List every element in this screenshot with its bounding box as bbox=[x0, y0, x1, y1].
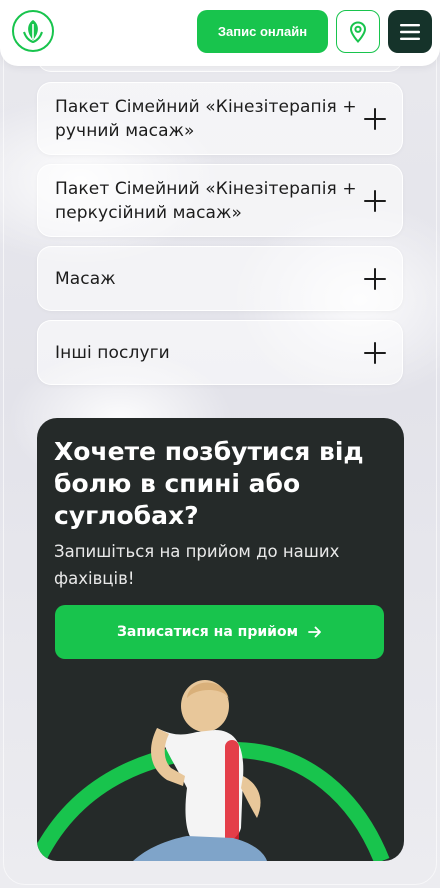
hamburger-menu-icon bbox=[400, 23, 420, 40]
plus-icon bbox=[364, 107, 386, 130]
accordion-item-family-manual-massage[interactable]: Пакет Сімейний «Кінезітерапія + ручний м… bbox=[37, 82, 403, 155]
cta-title: Хочете позбутися від болю в спині або су… bbox=[54, 437, 364, 530]
accordion-label: Пакет Сімейний «Кінезітерапія + ручний м… bbox=[55, 96, 357, 141]
accordion-item-family-percussion-massage[interactable]: Пакет Сімейний «Кінезітерапія + перкусій… bbox=[37, 164, 403, 237]
accordion-label: Масаж bbox=[55, 268, 116, 289]
plus-icon bbox=[364, 267, 386, 290]
book-appointment-button[interactable]: Записатися на прийом bbox=[55, 605, 384, 659]
menu-button[interactable] bbox=[388, 10, 432, 53]
site-header: Запис онлайн bbox=[0, 0, 440, 66]
accordion-item-other-services[interactable]: Інші послуги bbox=[37, 320, 403, 385]
plus-icon bbox=[364, 189, 386, 212]
cta-subtitle: Запишіться на прийом до наших фахівців! bbox=[54, 542, 340, 588]
book-appointment-label: Записатися на прийом bbox=[116, 624, 299, 640]
accordion-label: Інші послуги bbox=[55, 342, 170, 363]
appointment-cta-card: Хочете позбутися від болю в спині або су… bbox=[37, 418, 404, 861]
back-pain-illustration bbox=[37, 680, 390, 861]
accordion-label: Пакет Сімейний «Кінезітерапія + перкусій… bbox=[55, 178, 357, 223]
arrow-right-icon bbox=[308, 626, 321, 638]
book-online-button[interactable]: Запис онлайн bbox=[197, 10, 328, 53]
location-button[interactable] bbox=[336, 10, 380, 53]
logo[interactable] bbox=[12, 10, 54, 52]
accordion-item-massage[interactable]: Масаж bbox=[37, 246, 403, 311]
plus-icon bbox=[364, 341, 386, 364]
location-pin-icon bbox=[349, 20, 367, 43]
leaf-logo-icon bbox=[23, 20, 43, 44]
